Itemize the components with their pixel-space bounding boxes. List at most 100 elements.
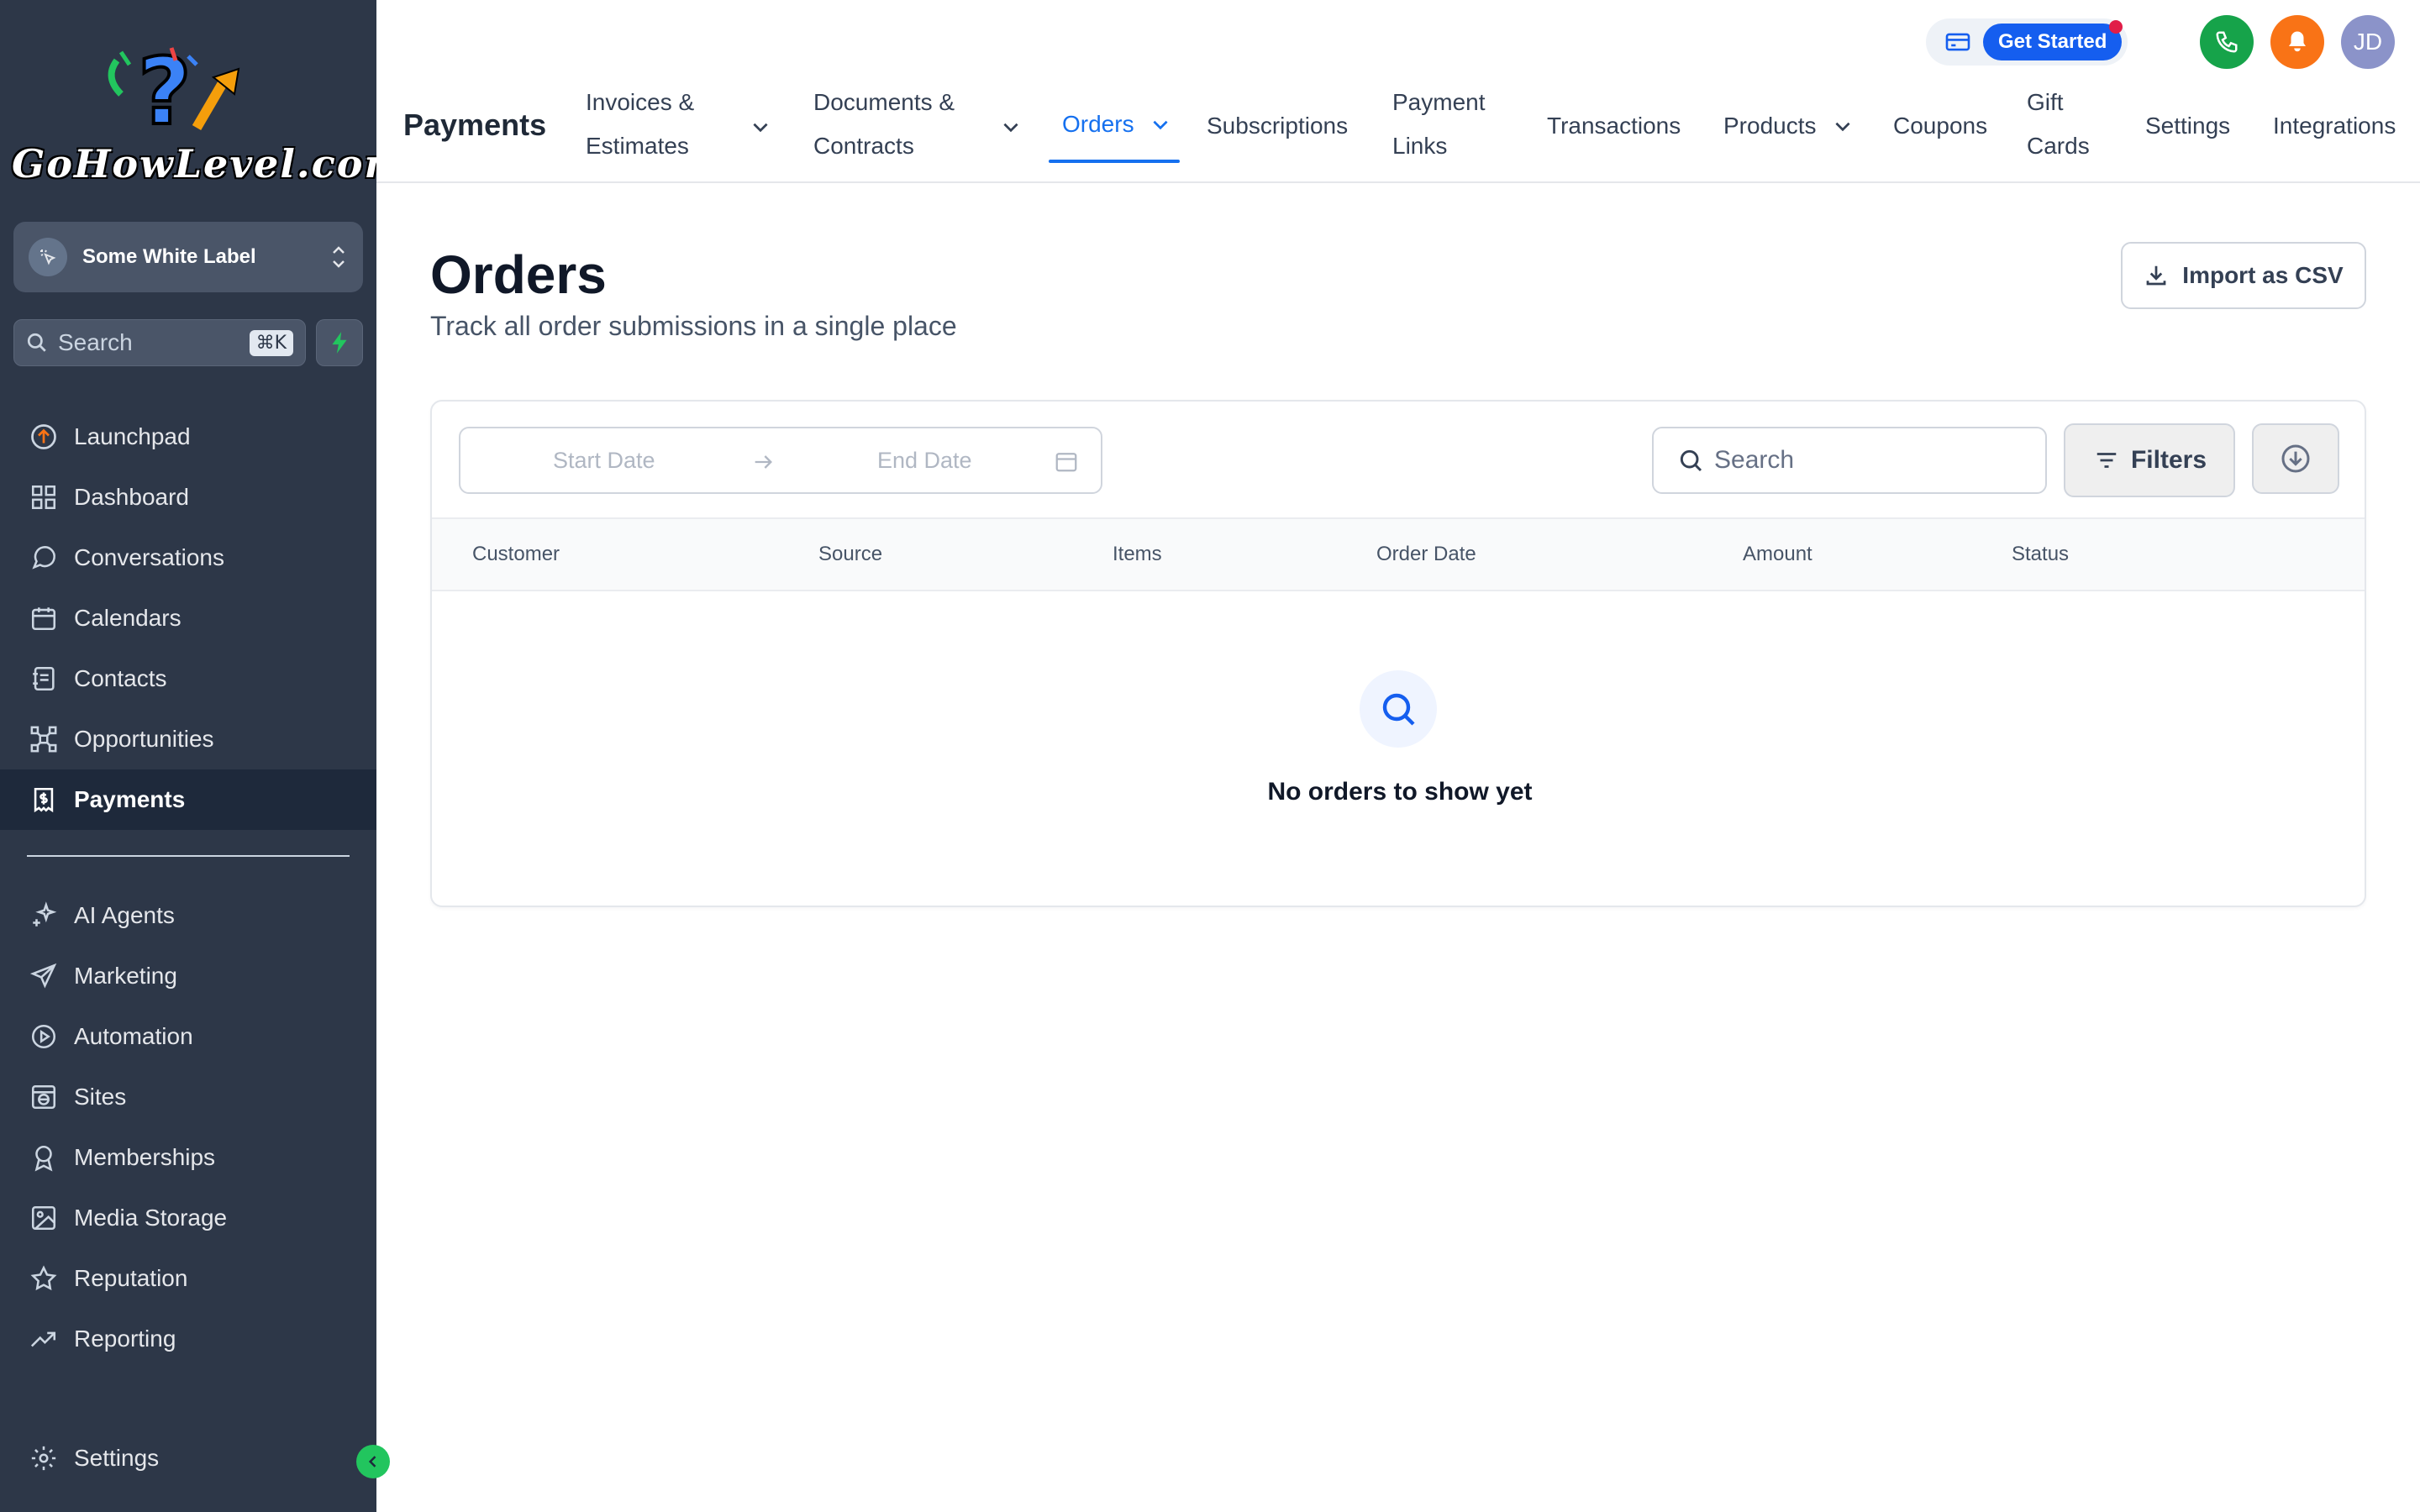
table-header: Customer Source Items Order Date Amount … — [432, 517, 2365, 591]
active-tab-indicator — [1049, 160, 1180, 163]
date-range-picker[interactable]: Start Date End Date — [459, 427, 1102, 494]
chevron-down-icon[interactable] — [750, 116, 771, 138]
tab-settings[interactable]: Settings — [2145, 104, 2230, 148]
tab-integrations[interactable]: Integrations — [2273, 104, 2396, 148]
download-icon — [2146, 265, 2166, 286]
import-csv-button[interactable]: Import as CSV — [2121, 242, 2366, 309]
end-date-placeholder: End Date — [877, 447, 972, 473]
empty-state-search-icon — [1360, 670, 1437, 748]
sidebar-item-conversations[interactable]: Conversations — [0, 528, 376, 588]
sidebar-item-label: Dashboard — [74, 484, 189, 510]
sidebar: ? GoHowLevel.com Some White Label Search… — [0, 0, 408, 1512]
lightning-icon — [332, 332, 347, 354]
phone-icon — [2216, 31, 2238, 53]
sidebar-item-sites[interactable]: Sites — [0, 1067, 376, 1127]
sidebar-item-opportunities[interactable]: Opportunities — [0, 709, 376, 769]
sidebar-item-launchpad[interactable]: Launchpad — [0, 407, 376, 467]
sidebar-item-label: Reporting — [74, 1326, 176, 1352]
tab-transactions[interactable]: Transactions — [1547, 104, 1681, 148]
tab-label: Coupons — [1893, 113, 1988, 139]
sidebar-item-payments[interactable]: Payments — [0, 769, 376, 830]
account-name: Some White Label — [82, 245, 256, 268]
sidebar-divider — [27, 855, 350, 857]
sidebar-item-contacts[interactable]: Contacts — [0, 648, 376, 709]
start-date-placeholder: Start Date — [553, 447, 655, 473]
column-header-order-date[interactable]: Order Date — [1376, 543, 1476, 566]
export-button[interactable] — [2252, 423, 2339, 494]
search-icon — [1680, 449, 1702, 472]
tab-subscriptions[interactable]: Subscriptions — [1207, 104, 1348, 148]
sidebar-item-label: Launchpad — [74, 423, 191, 449]
collapse-sidebar-button[interactable] — [356, 1445, 390, 1478]
download-circle-icon — [2281, 444, 2310, 473]
get-started-button[interactable]: Get Started — [1983, 24, 2123, 60]
brand-logo[interactable]: ? GoHowLevel.com — [12, 44, 408, 186]
image-icon — [27, 1201, 60, 1235]
sidebar-search[interactable]: Search ⌘K — [13, 319, 306, 366]
tab-label: Integrations — [2273, 113, 2396, 139]
logo-mark-icon: ? — [108, 44, 240, 136]
orders-search-input[interactable]: Search — [1652, 427, 2047, 494]
notifications-button[interactable] — [2270, 15, 2324, 69]
search-placeholder: Search — [1714, 446, 1795, 474]
column-header-items[interactable]: Items — [1113, 543, 1162, 566]
tab-orders[interactable]: Orders — [1062, 102, 1171, 146]
column-header-source[interactable]: Source — [818, 543, 882, 566]
sidebar-item-label: Opportunities — [74, 726, 214, 752]
column-header-customer[interactable]: Customer — [472, 543, 560, 566]
card-icon — [1945, 33, 1970, 51]
tab-label-line1: Payment — [1392, 89, 1486, 115]
network-icon — [27, 722, 60, 756]
sidebar-search-placeholder: Search — [58, 329, 133, 355]
sidebar-item-media-storage[interactable]: Media Storage — [0, 1188, 376, 1248]
logo-text: GoHowLevel.com — [12, 141, 408, 186]
trend-up-icon — [27, 1322, 60, 1356]
sidebar-item-reputation[interactable]: Reputation — [0, 1248, 376, 1309]
sidebar-item-marketing[interactable]: Marketing — [0, 946, 376, 1006]
filters-label: Filters — [2130, 446, 2207, 474]
tab-invoices-estimates[interactable]: Invoices & Estimates — [586, 81, 694, 168]
tab-products[interactable]: Products — [1723, 104, 1854, 148]
column-header-amount[interactable]: Amount — [1743, 543, 1812, 566]
sidebar-item-memberships[interactable]: Memberships — [0, 1127, 376, 1188]
phone-button[interactable] — [2200, 15, 2254, 69]
gear-icon — [27, 1441, 60, 1475]
chat-bubble-icon — [27, 541, 60, 575]
tab-label-line2: Estimates — [586, 133, 689, 159]
sidebar-item-automation[interactable]: Automation — [0, 1006, 376, 1067]
sidebar-item-settings[interactable]: Settings — [0, 1428, 376, 1488]
tab-label-line2: Contracts — [813, 133, 914, 159]
get-started-widget[interactable]: Get Started — [1926, 18, 2128, 66]
import-csv-label: Import as CSV — [2182, 262, 2344, 288]
tab-label: Subscriptions — [1207, 113, 1349, 139]
filters-button[interactable]: Filters — [2064, 423, 2235, 497]
sidebar-item-calendars[interactable]: Calendars — [0, 588, 376, 648]
play-circle-icon — [27, 1020, 60, 1053]
sidebar-item-label: Settings — [74, 1445, 160, 1471]
tab-label: Settings — [2145, 113, 2231, 139]
tab-gift-cards[interactable]: Gift Cards — [2027, 81, 2090, 168]
empty-state-message: No orders to show yet — [1267, 778, 1533, 806]
sidebar-item-ai-agents[interactable]: AI Agents — [0, 885, 376, 946]
column-header-status[interactable]: Status — [2012, 543, 2069, 566]
sidebar-item-label: Payments — [74, 786, 186, 812]
tab-label-line1: Invoices & — [586, 89, 695, 115]
sparkle-icon — [27, 899, 60, 932]
tab-payment-links[interactable]: Payment Links — [1392, 81, 1486, 168]
tab-coupons[interactable]: Coupons — [1893, 104, 1987, 148]
account-switcher[interactable]: Some White Label — [13, 222, 363, 292]
avatar[interactable]: JD — [2341, 15, 2395, 69]
sidebar-item-dashboard[interactable]: Dashboard — [0, 467, 376, 528]
sidebar-item-reporting[interactable]: Reporting — [0, 1309, 376, 1369]
quick-action-button[interactable] — [316, 319, 363, 366]
badge-icon — [27, 1141, 60, 1174]
chevron-down-icon[interactable] — [1000, 116, 1022, 138]
tab-documents-contracts[interactable]: Documents & Contracts — [813, 81, 955, 168]
star-icon — [27, 1262, 60, 1295]
cursor-click-icon — [29, 238, 67, 276]
section-title: Payments — [403, 108, 547, 142]
page-subtitle: Track all order submissions in a single … — [430, 311, 957, 341]
sidebar-item-label: AI Agents — [74, 902, 175, 928]
notification-dot — [2109, 20, 2123, 34]
receipt-dollar-icon — [27, 783, 60, 816]
